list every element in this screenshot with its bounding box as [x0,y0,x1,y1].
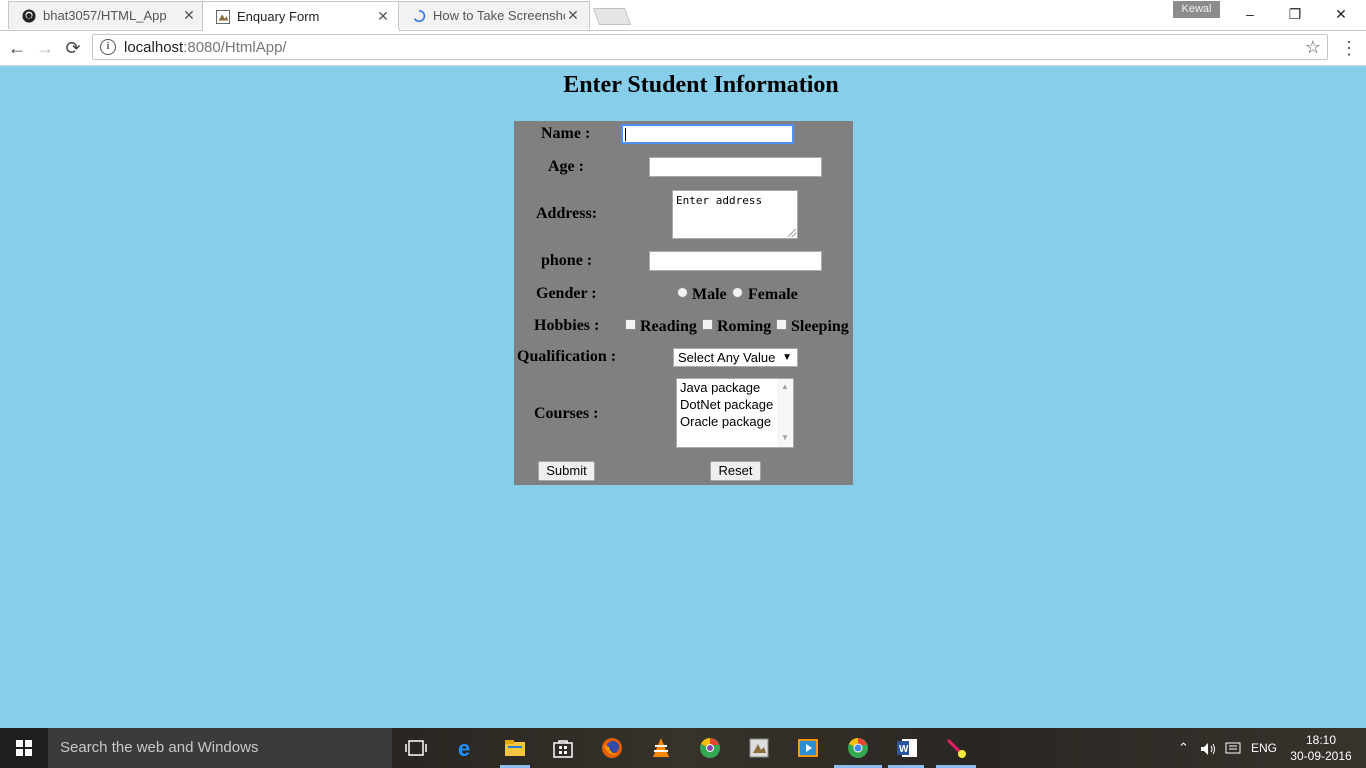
address-text: Enter address [676,194,763,207]
phone-input[interactable] [649,251,822,271]
name-label: Name : [541,125,591,142]
windows-logo-icon [16,740,32,756]
back-button[interactable]: ← [6,37,28,59]
tab-enquary-form[interactable]: Enquary Form ✕ [202,1,400,31]
language-indicator[interactable]: ENG [1251,728,1277,768]
hobby-sleeping-label: Sleeping [791,318,849,335]
gender-male-label: Male [692,286,727,303]
address-label: Address: [536,205,598,222]
chrome-icon[interactable] [846,736,870,760]
qualification-value: Select Any Value [678,350,776,365]
close-tab-icon[interactable]: ✕ [181,7,197,24]
tab-strip: bhat3057/HTML_App ✕ Enquary Form ✕ How t… [0,0,1366,31]
chrome-color-icon[interactable] [698,736,722,760]
close-tab-icon[interactable]: ✕ [375,8,391,25]
phone-label: phone : [541,252,593,269]
word-icon[interactable]: W [895,736,919,760]
page-content: Enter Student Information Name : Age : A… [0,66,1366,728]
firefox-icon[interactable] [600,736,624,760]
age-input[interactable] [649,157,822,177]
reset-button[interactable]: Reset [710,461,761,481]
system-clock[interactable]: 18:10 30-09-2016 [1286,732,1356,764]
svg-text:e: e [458,737,470,759]
course-option[interactable]: Java package [680,379,760,396]
vlc-icon[interactable] [649,736,673,760]
profile-badge[interactable]: Kewal [1173,1,1220,18]
browser-toolbar: ← → ⟳ i localhost :8080/HtmlApp/ ☆ ⋮ [0,31,1366,66]
address-textarea[interactable]: Enter address [672,190,798,239]
gender-male-radio[interactable] [677,287,688,298]
minimize-button[interactable]: – [1235,4,1265,24]
age-label: Age : [548,158,584,175]
submit-button[interactable]: Submit [538,461,595,481]
paint-icon[interactable] [747,736,771,760]
hobby-roming-label: Roming [717,318,772,335]
file-explorer-icon[interactable] [503,736,527,760]
taskbar-wallpaper [392,728,1366,768]
edge-icon[interactable]: e [455,736,479,760]
github-icon [21,8,37,24]
taskbar-search[interactable]: Search the web and Windows [48,728,392,768]
tool-icon[interactable] [944,736,968,760]
start-button[interactable] [0,728,48,768]
notification-icon[interactable] [1225,728,1241,768]
url-host: localhost [124,38,184,56]
gender-label: Gender : [536,285,597,302]
text-caret [625,128,626,141]
gender-female-label: Female [748,286,798,303]
tab-title: How to Take Screenshots [433,8,565,23]
scroll-up-icon[interactable]: ▲ [781,382,789,391]
student-form: Name : Age : Address: Enter address phon… [514,121,853,485]
page-title: Enter Student Information [563,72,839,98]
restore-button[interactable]: ❐ [1280,4,1310,24]
url-path: :8080/HtmlApp/ [183,38,287,56]
windows-taskbar: Search the web and Windows e W ⌃ ENG 18:… [0,728,1366,768]
tab-github[interactable]: bhat3057/HTML_App ✕ [8,1,206,29]
menu-icon[interactable]: ⋮ [1340,37,1358,59]
show-hidden-icons[interactable]: ⌃ [1178,728,1189,768]
courses-listbox[interactable]: Java package DotNet package Oracle packa… [676,378,794,448]
svg-text:W: W [899,744,909,755]
loading-spinner-icon [411,8,427,24]
clock-time: 18:10 [1305,733,1337,747]
hobby-reading-label: Reading [640,318,697,335]
qualification-select[interactable]: Select Any Value ▼ [673,348,798,367]
tab-title: Enquary Form [237,9,320,24]
resize-handle-icon[interactable] [788,229,796,237]
gender-female-radio[interactable] [732,287,743,298]
close-tab-icon[interactable]: ✕ [565,7,581,24]
listbox-scrollbar[interactable]: ▲ ▼ [777,379,793,447]
store-icon[interactable] [551,736,575,760]
scroll-down-icon[interactable]: ▼ [781,433,789,442]
close-window-button[interactable]: ✕ [1326,4,1356,24]
hobbies-label: Hobbies : [534,317,600,334]
page-favicon-icon [215,9,231,25]
task-view-icon[interactable] [404,736,428,760]
info-icon[interactable]: i [100,39,116,55]
hobby-sleeping-checkbox[interactable] [776,319,787,330]
qualification-label: Qualification : [517,348,617,365]
address-bar[interactable]: i localhost :8080/HtmlApp/ ☆ [92,34,1328,60]
course-option[interactable]: DotNet package [680,396,773,413]
course-option[interactable]: Oracle package [680,413,771,430]
dropdown-arrow-icon: ▼ [782,352,792,363]
tab-screenshots[interactable]: How to Take Screenshots ✕ [398,1,590,29]
volume-icon[interactable] [1200,728,1218,768]
media-player-icon[interactable] [796,736,820,760]
reload-button[interactable]: ⟳ [62,37,84,59]
star-icon[interactable]: ☆ [1305,37,1321,58]
tab-title: bhat3057/HTML_App [43,8,167,23]
name-input[interactable] [621,124,794,144]
hobby-reading-checkbox[interactable] [625,319,636,330]
new-tab-button[interactable] [592,8,632,25]
forward-button[interactable]: → [34,37,56,59]
courses-label: Courses : [534,405,599,422]
clock-date: 30-09-2016 [1290,749,1352,763]
hobby-roming-checkbox[interactable] [702,319,713,330]
